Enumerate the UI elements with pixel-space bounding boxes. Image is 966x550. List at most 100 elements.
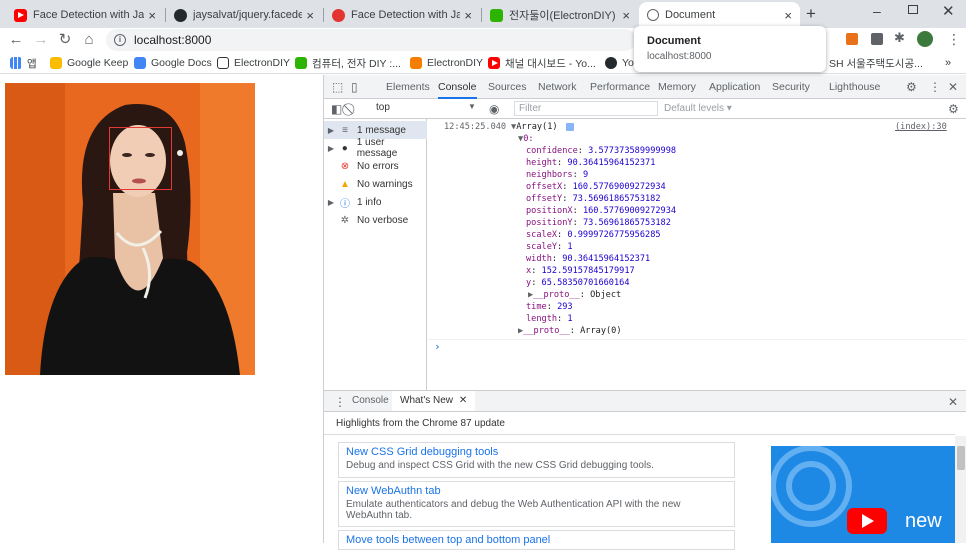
whats-new-video-thumbnail[interactable]: new (771, 446, 955, 543)
dropdown-icon: ▼ (468, 102, 476, 111)
bookmark-github[interactable]: Yo (605, 55, 634, 71)
property-value: 73.56961865753182 (582, 218, 671, 228)
info-badge-icon (565, 122, 574, 131)
close-tab-icon[interactable]: × (784, 8, 792, 23)
whats-new-card[interactable]: New WebAuthn tab Emulate authenticators … (338, 481, 735, 527)
property-key: confidence (526, 146, 578, 156)
array-index-0[interactable]: ▼0: (518, 133, 534, 145)
home-icon[interactable]: ⌂ (79, 30, 99, 50)
bookmark-google-docs[interactable]: Google Docs (134, 55, 212, 71)
bookmark-electrondiy[interactable]: ElectronDIY (217, 55, 290, 71)
site-info-icon[interactable]: i (114, 34, 126, 46)
proto-array-row[interactable]: ▶__proto__: Array(0) (518, 325, 622, 337)
sidebar-item-verbose[interactable]: ✲ No verbose (324, 211, 427, 229)
puzzle-icon[interactable]: ✱ (894, 30, 905, 46)
tab-elements[interactable]: Elements (386, 75, 430, 99)
devtools-tabbar: ⬚ ▯ Elements Console Sources Network Per… (324, 75, 966, 99)
property-value: 73.56961865753182 (572, 194, 661, 204)
tab-security[interactable]: Security (772, 75, 810, 99)
drawer-tab-console[interactable]: Console (352, 391, 389, 411)
tab-face-detection-site[interactable]: Face Detection with Javasc × (324, 2, 480, 28)
log-levels-dropdown[interactable]: Default levels ▾ (664, 103, 732, 114)
close-tab-icon[interactable]: ✕ (459, 395, 467, 406)
tab-electrondiy-blog[interactable]: 전자둘이(ElectronDIY) : 네 × (482, 2, 638, 28)
log-array-summary[interactable]: ▼Array(1) (511, 121, 574, 133)
avatar[interactable] (917, 31, 933, 47)
sidebar-item-label: 1 info (357, 196, 382, 208)
close-tab-icon[interactable]: × (622, 8, 630, 23)
drawer-tab-whats-new[interactable]: What's New ✕ (392, 391, 476, 411)
more-bookmarks-icon[interactable]: » (945, 55, 951, 71)
hover-card-title: Document (647, 35, 701, 47)
extension-icon[interactable] (846, 33, 858, 45)
github-icon (605, 57, 617, 69)
tab-lighthouse[interactable]: Lighthouse (829, 75, 880, 99)
forward-icon[interactable]: → (31, 30, 51, 50)
drawer-scrollbar[interactable] (955, 436, 966, 543)
close-tab-icon[interactable]: × (464, 8, 472, 23)
expand-arrow-icon: ▶ (327, 197, 335, 207)
inspect-element-icon[interactable]: ⬚ (332, 79, 343, 95)
bookmark-apps[interactable]: 앱 (10, 55, 37, 71)
tab-document[interactable]: Document × (639, 2, 800, 28)
sidebar-item-errors[interactable]: ⊗ No errors (324, 157, 427, 175)
tab-performance[interactable]: Performance (590, 75, 650, 99)
sidebar-item-warnings[interactable]: ▲ No warnings (324, 175, 427, 193)
bookmark-label: 채널 대시보드 - Yo... (505, 57, 596, 70)
close-drawer-icon[interactable]: ✕ (948, 394, 958, 410)
bookmark-youtube-dashboard[interactable]: 채널 대시보드 - Yo... (488, 55, 596, 71)
tab-face-detection-youtube[interactable]: Face Detection with Javasc × (6, 2, 164, 28)
object-property-row: neighbors: 9 (526, 170, 589, 180)
tab-console[interactable]: Console (438, 75, 477, 99)
console-filter-input[interactable]: Filter (514, 101, 658, 116)
bookmark-electrondiy-blogger[interactable]: ElectronDIY (410, 55, 483, 71)
extension-icon[interactable] (871, 33, 883, 45)
live-expression-eye-icon[interactable]: ◉ (489, 101, 499, 117)
more-options-icon[interactable]: ⋮ (929, 79, 941, 95)
video-label: new (905, 510, 942, 532)
console-settings-gear-icon[interactable]: ⚙ (948, 101, 959, 117)
sidebar-item-user-messages[interactable]: ▶ ● 1 user message (324, 137, 427, 159)
console-prompt[interactable]: › (434, 341, 441, 353)
context-selector[interactable]: top ▼ (376, 102, 476, 113)
close-devtools-icon[interactable]: ✕ (948, 79, 958, 95)
whats-new-card[interactable]: New CSS Grid debugging tools Debug and i… (338, 442, 735, 478)
object-property-row: offsetY: 73.56961865753182 (526, 194, 661, 204)
tab-memory[interactable]: Memory (658, 75, 696, 99)
address-bar[interactable]: i localhost:8000 (106, 29, 636, 51)
devtools-panel: ⬚ ▯ Elements Console Sources Network Per… (323, 75, 966, 550)
property-key: x (526, 266, 532, 276)
close-window-icon[interactable]: ✕ (942, 2, 955, 20)
object-property-row: positionX: 160.57769009272934 (526, 206, 677, 216)
whats-new-card[interactable]: Move tools between top and bottom panel (338, 530, 735, 550)
device-toolbar-icon[interactable]: ▯ (351, 79, 358, 95)
new-tab-icon[interactable]: + (806, 4, 816, 24)
proto-object-row[interactable]: ▶__proto__: Object (528, 289, 621, 301)
apps-icon (10, 57, 22, 69)
property-key: positionX (526, 206, 573, 216)
minimize-icon[interactable]: – (873, 3, 881, 19)
tab-github-facedetection[interactable]: jaysalvat/jquery.facedetecti × (166, 2, 322, 28)
scrollbar-thumb[interactable] (957, 446, 965, 470)
whats-new-panel: Highlights from the Chrome 87 update New… (324, 412, 966, 550)
tab-network[interactable]: Network (538, 75, 577, 99)
menu-icon[interactable]: ⋮ (947, 31, 961, 48)
settings-gear-icon[interactable]: ⚙ (906, 79, 917, 95)
bookmark-computer-diy[interactable]: 컴퓨터, 전자 DIY :... (295, 55, 401, 71)
naver-blog-icon (490, 8, 503, 22)
restore-icon[interactable] (908, 5, 918, 14)
bookmark-sh[interactable]: SH 서울주택도시공... (829, 55, 923, 71)
tab-application[interactable]: Application (709, 75, 760, 99)
reload-icon[interactable]: ↻ (55, 30, 75, 50)
close-tab-icon[interactable]: × (306, 8, 314, 23)
sidebar-item-info[interactable]: ▶ ⓘ 1 info (324, 193, 427, 211)
tab-sources[interactable]: Sources (488, 75, 527, 99)
back-icon[interactable]: ← (6, 30, 26, 50)
hover-card-url: localhost:8000 (647, 51, 712, 62)
drawer-menu-icon[interactable]: ⋮ (334, 394, 346, 410)
property-value: 90.36415964152371 (562, 254, 651, 264)
log-source-link[interactable]: (index):30 (895, 121, 947, 133)
bookmark-google-keep[interactable]: Google Keep (50, 55, 128, 71)
close-tab-icon[interactable]: × (148, 8, 156, 23)
sidebar-toggle-icon[interactable]: ◧ (331, 101, 342, 117)
